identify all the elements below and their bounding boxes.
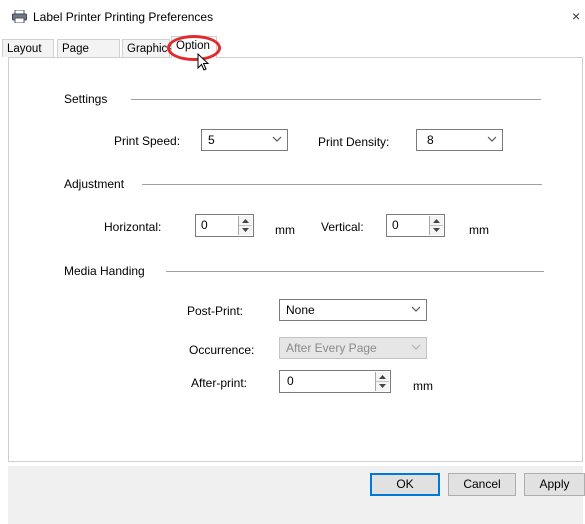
occurrence-value: After Every Page	[286, 341, 377, 355]
print-density-value: 8	[427, 133, 434, 147]
tab-layout[interactable]: Layout	[2, 39, 54, 57]
tab-page-setup[interactable]: Page Setup	[57, 39, 120, 73]
occurrence-select[interactable]: After Every Page	[279, 337, 427, 359]
spin-down-icon[interactable]	[430, 225, 443, 234]
title-bar: Label Printer Printing Preferences ×	[0, 0, 585, 34]
spinner-buttons	[238, 216, 252, 235]
after-print-spinner[interactable]: 0	[279, 370, 391, 393]
window-title: Label Printer Printing Preferences	[33, 10, 214, 24]
after-print-value: 0	[287, 374, 294, 388]
post-print-select[interactable]: None	[279, 299, 427, 321]
after-print-label: After-print:	[191, 376, 248, 390]
print-speed-value: 5	[208, 133, 215, 147]
post-print-value: None	[286, 303, 315, 317]
mouse-cursor-icon	[197, 53, 210, 71]
occurrence-label: Occurrence:	[189, 343, 255, 357]
printer-icon	[12, 10, 27, 23]
after-print-unit: mm	[413, 379, 433, 393]
vertical-value: 0	[392, 218, 399, 232]
ok-button[interactable]: OK	[370, 473, 440, 496]
media-divider	[166, 271, 544, 272]
spinner-buttons	[375, 372, 389, 391]
adjustment-divider	[142, 184, 542, 185]
adjustment-section-title: Adjustment	[64, 177, 125, 191]
vertical-unit: mm	[469, 223, 489, 237]
horizontal-value: 0	[201, 218, 208, 232]
media-section-title: Media Handing	[64, 264, 145, 278]
tab-graphics[interactable]: Graphics	[122, 39, 173, 57]
settings-divider	[131, 99, 541, 100]
print-density-label: Print Density:	[318, 135, 390, 149]
horizontal-label: Horizontal:	[104, 220, 162, 234]
option-panel: Settings Print Speed: 5 Print Density: 8…	[8, 57, 583, 462]
settings-section-title: Settings	[64, 92, 108, 106]
chevron-down-icon	[411, 306, 421, 312]
tab-strip: Layout Page Setup Graphics Option	[0, 36, 585, 73]
spin-down-icon[interactable]	[376, 381, 389, 390]
post-print-label: Post-Print:	[187, 304, 244, 318]
print-speed-select[interactable]: 5	[201, 129, 288, 151]
horizontal-unit: mm	[275, 223, 295, 237]
close-icon[interactable]: ×	[572, 8, 580, 24]
vertical-spinner[interactable]: 0	[386, 214, 445, 237]
spinner-buttons	[429, 216, 443, 235]
vertical-label: Vertical:	[321, 220, 364, 234]
print-density-select[interactable]: 8	[416, 129, 503, 151]
cancel-button[interactable]: Cancel	[448, 473, 516, 496]
chevron-down-icon	[272, 136, 282, 142]
apply-button[interactable]: Apply	[524, 473, 585, 496]
chevron-down-icon	[487, 136, 497, 142]
chevron-down-icon	[411, 344, 421, 350]
print-speed-label: Print Speed:	[114, 134, 181, 148]
spin-down-icon[interactable]	[239, 225, 252, 234]
horizontal-spinner[interactable]: 0	[195, 214, 254, 237]
